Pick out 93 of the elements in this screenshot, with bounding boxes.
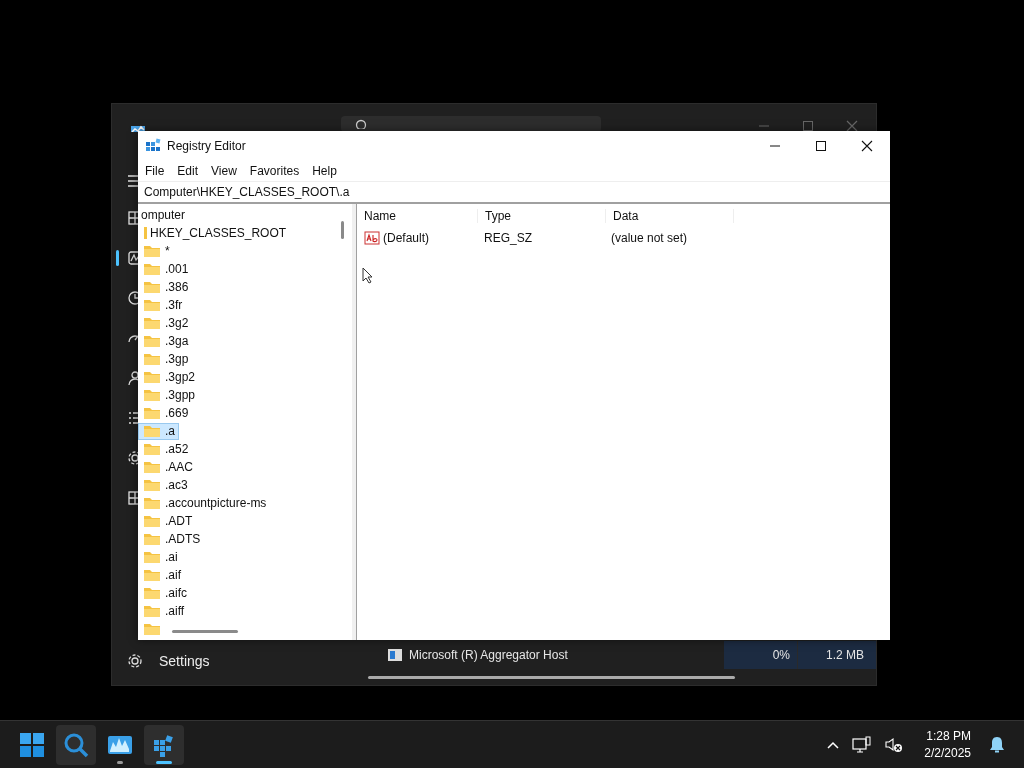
search-field[interactable] (341, 116, 601, 132)
network-icon[interactable] (852, 735, 873, 754)
window-icon (387, 648, 403, 662)
tree-item[interactable]: .669 (165, 406, 192, 420)
menu-item[interactable]: View (211, 163, 237, 178)
tree-item[interactable]: .aif (165, 568, 184, 582)
memory-cell: 1.2 MB (798, 641, 876, 669)
folder-icon (143, 424, 161, 438)
menu-item[interactable]: Edit (177, 163, 199, 178)
tree-item[interactable]: .AAC (165, 460, 196, 474)
folder-icon (143, 586, 161, 600)
menu-item[interactable]: File (145, 163, 165, 178)
chart-icon[interactable] (127, 250, 138, 266)
tree-item[interactable]: .aifc (165, 586, 190, 600)
column-header[interactable]: Name (357, 209, 478, 223)
tree-item[interactable]: .3ga (165, 334, 192, 348)
column-header[interactable]: Type (478, 209, 606, 223)
close-button[interactable] (846, 120, 858, 132)
folder-icon (143, 316, 161, 330)
folder-icon (144, 226, 147, 240)
folder-icon (143, 442, 161, 456)
scrollbar-thumb[interactable] (341, 221, 344, 239)
notification-bell-icon[interactable] (989, 735, 1005, 754)
tree-item[interactable]: .3fr (165, 298, 186, 312)
grid-icon[interactable] (127, 490, 138, 506)
clock-time[interactable]: 1:28 PM (926, 727, 971, 745)
grid-icon[interactable] (127, 210, 138, 226)
cursor-icon (362, 267, 373, 284)
tree-item[interactable]: .ADTS (165, 532, 204, 546)
volume-muted-icon[interactable] (884, 735, 905, 754)
folder-icon (143, 334, 161, 348)
folder-icon (143, 280, 161, 294)
folder-icon (143, 352, 161, 366)
folder-icon (143, 298, 161, 312)
user-icon[interactable] (127, 370, 138, 386)
clock-date[interactable]: 2/2/2025 (924, 744, 971, 762)
folder-icon (143, 550, 161, 564)
chevron-up-icon[interactable] (826, 739, 841, 750)
folder-icon (143, 514, 161, 528)
process-name: Microsoft (R) Aggregator Host (409, 648, 569, 662)
settings-button[interactable]: Settings (127, 641, 349, 681)
history-icon[interactable] (127, 290, 138, 306)
search-button[interactable] (56, 724, 96, 765)
folder-icon (143, 622, 161, 636)
scrollbar-thumb[interactable] (368, 676, 735, 679)
window-title: Registry Editor (167, 138, 246, 153)
taskbar-app[interactable] (144, 724, 184, 765)
address-bar[interactable]: Computer\HKEY_CLASSES_ROOT\.a (138, 181, 890, 202)
tree-item[interactable]: .accountpicture-ms (165, 496, 270, 510)
folder-icon (143, 496, 161, 510)
folder-icon (143, 604, 161, 618)
tree-item[interactable]: .3g2 (165, 316, 192, 330)
maximize-button[interactable] (802, 120, 814, 132)
value-name: (Default) (383, 231, 429, 245)
column-header[interactable]: Data (606, 209, 734, 223)
tree-item[interactable]: .001 (165, 262, 192, 276)
scrollbar-thumb[interactable] (172, 630, 238, 633)
tree-item[interactable]: * (165, 244, 173, 258)
table-cell-text: REG_SZ (483, 231, 533, 245)
tree-item[interactable]: .3gp2 (165, 370, 199, 384)
folder-icon (143, 532, 161, 546)
cpu-cell: 0% (724, 641, 798, 669)
folder-icon (143, 460, 161, 474)
tree-item[interactable]: .aiff (165, 604, 188, 618)
folder-icon (143, 478, 161, 492)
folder-icon (143, 370, 161, 384)
menu-item[interactable]: Favorites (249, 163, 300, 178)
list-icon[interactable] (127, 410, 138, 426)
four-squares-icon (19, 731, 45, 758)
folder-icon (143, 244, 161, 258)
string-value-icon (364, 230, 380, 246)
tree-item[interactable]: .3gpp (165, 388, 199, 402)
search-icon (63, 731, 89, 758)
folder-icon (143, 406, 161, 420)
tree-item[interactable]: omputer (141, 208, 186, 222)
menu-item[interactable]: Help (312, 163, 337, 178)
folder-icon (143, 568, 161, 582)
tree-item[interactable]: .ai (165, 550, 181, 564)
tree-item[interactable]: .3gp (165, 352, 192, 366)
tree-item[interactable]: .386 (165, 280, 192, 294)
tree-item[interactable]: HKEY_CLASSES_ROOT (150, 226, 287, 240)
tree-item[interactable]: .ADT (165, 514, 196, 528)
folder-icon (143, 262, 161, 276)
search-icon (355, 119, 369, 129)
menu-icon[interactable] (127, 174, 138, 188)
gear-icon[interactable] (127, 450, 138, 466)
gear-icon (127, 653, 143, 669)
registry-icon (145, 137, 161, 154)
tree-item[interactable]: .a52 (165, 442, 192, 456)
table-cell-text: (value not set) (610, 231, 689, 245)
tree-item[interactable]: .ac3 (165, 478, 191, 492)
tree-item[interactable]: .a (138, 422, 179, 440)
folder-icon (143, 388, 161, 402)
